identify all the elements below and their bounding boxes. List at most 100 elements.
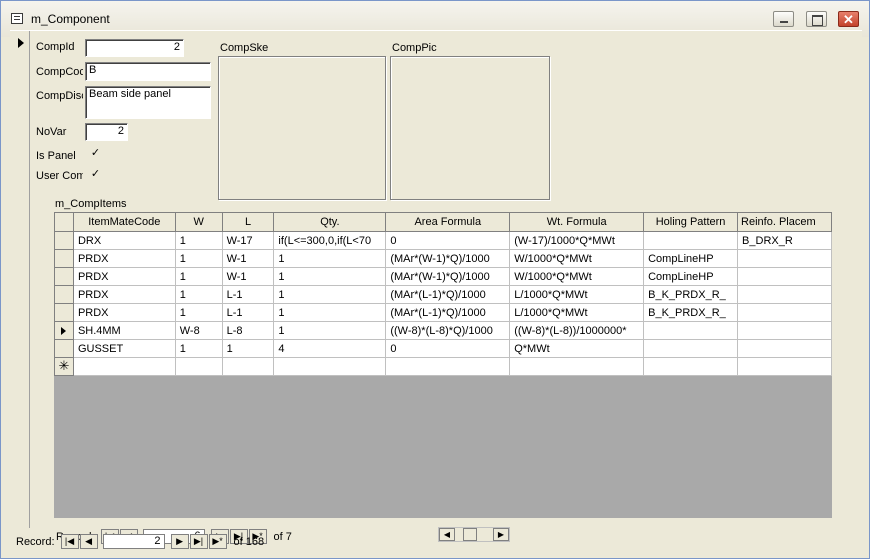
column-header[interactable]: ItemMateCode [72,212,176,232]
table-cell[interactable] [643,231,739,250]
table-cell[interactable]: W-1 [221,249,275,268]
table-cell[interactable]: L-8 [221,321,275,340]
compcode-field[interactable]: B [85,62,211,81]
table-cell[interactable] [174,357,223,376]
table-cell[interactable]: L-1 [221,285,275,304]
table-cell[interactable] [737,249,832,268]
table-cell[interactable]: SH.4MM [72,321,176,340]
table-cell[interactable] [737,339,832,358]
table-cell[interactable] [643,321,739,340]
table-cell[interactable]: 1 [174,231,223,250]
row-selector[interactable]: ✳ [54,357,74,376]
table-cell[interactable] [221,357,275,376]
row-selector[interactable] [54,267,74,286]
table-cell[interactable]: 1 [221,339,275,358]
column-header[interactable]: L [221,212,275,232]
new-record-row[interactable]: ✳ [54,357,832,376]
table-cell[interactable] [737,303,832,322]
table-cell[interactable] [385,357,511,376]
table-cell[interactable] [273,357,387,376]
table-cell[interactable]: B_DRX_R [737,231,832,250]
table-cell[interactable]: (MAr*(W-1)*Q)/1000 [385,249,511,268]
table-cell[interactable] [737,267,832,286]
table-row[interactable]: PRDX 1 L-1 1 (MAr*(L-1)*Q)/1000 L/1000*Q*MWt B… [54,303,832,322]
table-cell[interactable]: 1 [273,285,387,304]
table-cell[interactable]: 1 [273,303,387,322]
row-selector[interactable] [54,321,74,340]
table-cell[interactable] [737,285,832,304]
table-cell[interactable]: if(L<=300,0,if(L<70 [273,231,387,250]
table-cell[interactable]: 1 [174,303,223,322]
table-cell[interactable]: W-8 [174,321,223,340]
last-record-button[interactable]: ▶| [189,534,208,549]
minimize-button[interactable] [773,11,794,27]
column-header[interactable]: Qty. [273,212,387,232]
table-cell[interactable]: W/1000*Q*MWt [509,267,645,286]
table-cell[interactable] [643,357,739,376]
prev-record-button[interactable]: ◀ [79,534,98,549]
table-cell[interactable]: B_K_PRDX_R_ [643,285,739,304]
scroll-thumb[interactable] [463,528,477,541]
table-cell[interactable]: Q*MWt [509,339,645,358]
table-cell[interactable]: DRX [72,231,176,250]
scroll-right-icon[interactable]: ▶ [493,528,509,541]
table-cell[interactable] [72,357,176,376]
first-record-button[interactable]: |◀ [60,534,79,549]
select-all-corner[interactable] [54,212,74,232]
restore-button[interactable] [806,11,827,27]
row-selector[interactable] [54,285,74,304]
table-cell[interactable]: (MAr*(L-1)*Q)/1000 [385,303,511,322]
table-cell[interactable] [643,339,739,358]
row-selector[interactable] [54,339,74,358]
row-selector[interactable] [54,231,74,250]
close-button[interactable]: ✕ [838,11,859,27]
table-row[interactable]: PRDX 1 L-1 1 (MAr*(L-1)*Q)/1000 L/1000*Q*MWt B… [54,285,832,304]
table-row[interactable]: DRX 1 W-17 if(L<=300,0,if(L<70 0 (W-17)/1000*… [54,231,832,250]
scroll-track[interactable] [455,528,493,541]
table-cell[interactable]: 1 [174,249,223,268]
table-cell[interactable]: 1 [273,321,387,340]
table-cell[interactable]: 0 [385,339,511,358]
table-row[interactable]: GUSSET 1 1 4 0 Q*MWt [54,339,832,358]
table-cell[interactable]: L/1000*Q*MWt [509,285,645,304]
next-record-button[interactable]: ▶ [170,534,189,549]
table-row[interactable]: SH.4MM W-8 L-8 1 ((W-8)*(L-8)*Q)/1000 ((W-8)*… [54,321,832,340]
subform-horizontal-scrollbar[interactable]: ◀ ▶ [438,527,510,542]
table-cell[interactable]: (W-17)/1000*Q*MWt [509,231,645,250]
table-cell[interactable]: CompLineHP [643,249,739,268]
table-cell[interactable]: PRDX [72,249,176,268]
table-cell[interactable]: W-17 [221,231,275,250]
table-cell[interactable]: 1 [273,249,387,268]
table-cell[interactable]: 1 [174,339,223,358]
record-number-input[interactable]: 2 [102,534,165,549]
table-cell[interactable]: W-1 [221,267,275,286]
table-cell[interactable]: 4 [273,339,387,358]
table-cell[interactable]: CompLineHP [643,267,739,286]
table-cell[interactable]: W/1000*Q*MWt [509,249,645,268]
column-header[interactable]: Area Formula [385,212,511,232]
new-record-button[interactable]: ▶* [208,534,227,549]
table-cell[interactable]: GUSSET [72,339,176,358]
table-cell[interactable]: (MAr*(W-1)*Q)/1000 [385,267,511,286]
table-cell[interactable]: 1 [174,285,223,304]
column-header[interactable]: W [174,212,223,232]
column-header[interactable]: Wt. Formula [509,212,645,232]
table-cell[interactable]: PRDX [72,303,176,322]
column-header[interactable]: Reinfo. Placem [737,212,832,232]
compid-field[interactable]: 2 [85,39,184,57]
scroll-left-icon[interactable]: ◀ [439,528,455,541]
row-selector[interactable] [54,249,74,268]
novar-field[interactable]: 2 [85,123,128,141]
user-com-checkbox[interactable]: ✓ [90,169,101,180]
column-header[interactable]: Holing Pattern [643,212,739,232]
row-selector[interactable] [54,303,74,322]
table-row[interactable]: PRDX 1 W-1 1 (MAr*(W-1)*Q)/1000 W/1000*Q*MWt C… [54,267,832,286]
comppic-image-frame[interactable] [390,56,550,200]
table-cell[interactable]: PRDX [72,285,176,304]
table-cell[interactable]: L-1 [221,303,275,322]
table-cell[interactable]: PRDX [72,267,176,286]
table-cell[interactable]: 1 [174,267,223,286]
table-row[interactable]: PRDX 1 W-1 1 (MAr*(W-1)*Q)/1000 W/1000*Q*MWt C… [54,249,832,268]
compdisc-field[interactable]: Beam side panel [85,86,211,119]
table-cell[interactable]: ((W-8)*(L-8))/1000000* [509,321,645,340]
